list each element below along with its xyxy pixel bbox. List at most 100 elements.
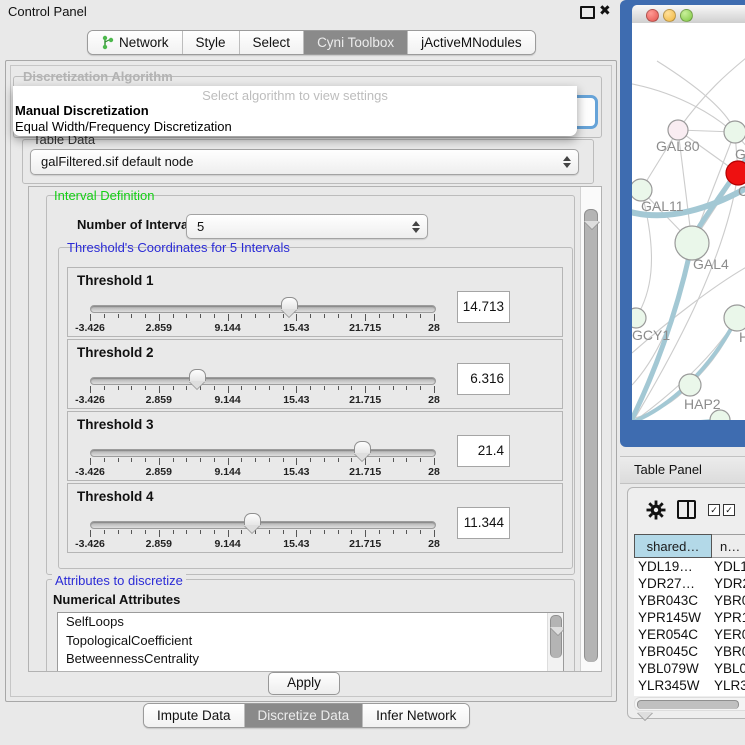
tick-label: 21.715 [349, 322, 381, 334]
apply-button[interactable]: Apply [268, 672, 340, 695]
horizontal-scrollbar[interactable] [634, 697, 745, 711]
threshold-value-field[interactable]: 21.4 [457, 435, 510, 467]
tick-mark [434, 530, 435, 537]
tick-mark [90, 458, 91, 465]
attribute-list-item[interactable]: TopologicalCoefficient [58, 632, 563, 651]
cell-shared-name: YBR043C [634, 592, 714, 609]
app-root: Control Panel ✖ Network Style Select Cyn… [0, 0, 745, 745]
table-row[interactable]: YBR043CYBR0 [634, 592, 745, 609]
tab-select-label: Select [253, 35, 291, 50]
slider-track[interactable] [90, 449, 436, 457]
tick-mark [131, 530, 132, 534]
slider-thumb[interactable] [354, 441, 371, 453]
tick-mark [173, 314, 174, 318]
column-header-shared[interactable]: shared… [634, 534, 712, 558]
tab-jactivemnodules[interactable]: jActiveMNodules [408, 31, 535, 54]
tick-mark [145, 386, 146, 390]
vertical-scrollbar-thumb[interactable] [584, 209, 598, 662]
threshold-value-field[interactable]: 6.316 [457, 363, 510, 395]
tick-mark [214, 314, 215, 318]
column-header-name[interactable]: n… [712, 534, 745, 558]
tab-impute-data[interactable]: Impute Data [144, 704, 245, 727]
cell-name: YBR0 [714, 643, 745, 660]
slider-thumb[interactable] [281, 297, 298, 309]
attributes-groupbox: Attributes to discretize Numerical Attri… [46, 579, 575, 672]
table-row[interactable]: YPR145WYPR1 [634, 609, 745, 626]
slider-ticks: -3.4262.8599.14415.4321.71528 [90, 530, 434, 548]
tick-mark [186, 314, 187, 318]
settings-scroll-panel: Interval Definition Number of Intervals … [28, 186, 602, 672]
table-row[interactable]: YER054CYER0 [634, 626, 745, 643]
network-window-titlebar[interactable] [632, 5, 745, 24]
checkbox-icon-1[interactable]: ✓ [708, 504, 720, 516]
table-panel-toolbar: ✓ ✓ [628, 488, 745, 532]
node-red [726, 161, 745, 185]
tick-mark [338, 386, 339, 390]
attribute-list-item[interactable]: BetweennessCentrality [58, 650, 563, 669]
slider-thumb[interactable] [244, 513, 261, 525]
tab-infer-network[interactable]: Infer Network [363, 704, 469, 727]
tick-mark [269, 458, 270, 462]
tick-mark [324, 530, 325, 534]
slider-thumb[interactable] [189, 369, 206, 381]
tick-mark [406, 530, 407, 534]
table-row[interactable]: YBR045CYBR0 [634, 643, 745, 660]
slider-track[interactable] [90, 521, 436, 529]
tick-mark [186, 530, 187, 534]
attributes-scrollbar-thumb[interactable] [550, 615, 562, 658]
threshold-value-field[interactable]: 11.344 [457, 507, 510, 539]
tab-cyni-toolbox[interactable]: Cyni Toolbox [304, 31, 408, 54]
gear-icon[interactable] [646, 500, 666, 520]
table-row[interactable]: YBL079WYBL0 [634, 660, 745, 677]
float-window-icon[interactable] [580, 6, 595, 19]
attributes-group-label: Attributes to discretize [52, 573, 186, 588]
close-traffic-light[interactable] [646, 9, 659, 22]
tick-mark [434, 314, 435, 321]
numerical-attributes-list[interactable]: SelfLoopsTopologicalCoefficientBetweenne… [57, 612, 564, 672]
zoom-traffic-light[interactable] [680, 9, 693, 22]
tick-label: 21.715 [349, 538, 381, 550]
tab-network[interactable]: Network [88, 31, 183, 54]
table-data-combo[interactable]: galFiltered.sif default node [30, 149, 579, 175]
checkbox-icon-2[interactable]: ✓ [723, 504, 735, 516]
tab-select[interactable]: Select [240, 31, 305, 54]
tick-mark [145, 458, 146, 462]
table-data-combo-value: galFiltered.sif default node [41, 154, 193, 169]
table-header-row: shared… n… [634, 534, 745, 558]
tick-mark [159, 458, 160, 465]
close-icon[interactable]: ✖ [599, 2, 611, 19]
table-row[interactable]: YIL052CYIL0 [634, 694, 745, 696]
vertical-scrollbar[interactable] [580, 187, 601, 671]
tab-style[interactable]: Style [183, 31, 240, 54]
slider-track[interactable] [90, 305, 436, 313]
tab-cyni-toolbox-label: Cyni Toolbox [317, 35, 394, 50]
tab-discretize-data[interactable]: Discretize Data [245, 704, 364, 727]
threshold-label: Threshold 1 [77, 273, 154, 288]
num-intervals-combo[interactable]: 5 [186, 214, 428, 239]
table-rows[interactable]: YDL19…YDL1YDR27…YDR2YBR043CYBR0YPR145WYP… [634, 558, 745, 696]
cell-name: YDR2 [714, 575, 745, 592]
node-gal80 [668, 120, 688, 140]
tick-label: 9.144 [214, 394, 240, 406]
horizontal-scrollbar-thumb[interactable] [637, 700, 739, 709]
tick-mark [228, 386, 229, 393]
attributes-scrollbar[interactable] [547, 613, 563, 671]
num-intervals-label: Number of Intervals [74, 217, 202, 232]
slider-track[interactable] [90, 377, 436, 385]
dropdown-option-manual[interactable]: Manual Discretization [15, 103, 149, 118]
threshold-value-field[interactable]: 14.713 [457, 291, 510, 323]
tick-mark [310, 458, 311, 462]
table-row[interactable]: YLR345WYLR3 [634, 677, 745, 694]
table-row[interactable]: YDL19…YDL1 [634, 558, 745, 575]
dropdown-option-equal-width[interactable]: Equal Width/Frequency Discretization [15, 119, 232, 134]
split-columns-icon[interactable] [677, 500, 696, 519]
network-canvas[interactable]: GAL80GACGAL11GAL4GCY1HHAP2 [632, 23, 745, 420]
minimize-traffic-light[interactable] [663, 9, 676, 22]
cell-shared-name: YER054C [634, 626, 714, 643]
tick-mark [159, 386, 160, 393]
tick-label: -3.426 [75, 466, 105, 478]
attribute-list-item[interactable]: SelfLoops [58, 613, 563, 632]
table-row[interactable]: YDR27…YDR2 [634, 575, 745, 592]
bottom-tab-strip: Impute Data Discretize Data Infer Networ… [143, 703, 470, 728]
node-label: GA [735, 146, 745, 162]
